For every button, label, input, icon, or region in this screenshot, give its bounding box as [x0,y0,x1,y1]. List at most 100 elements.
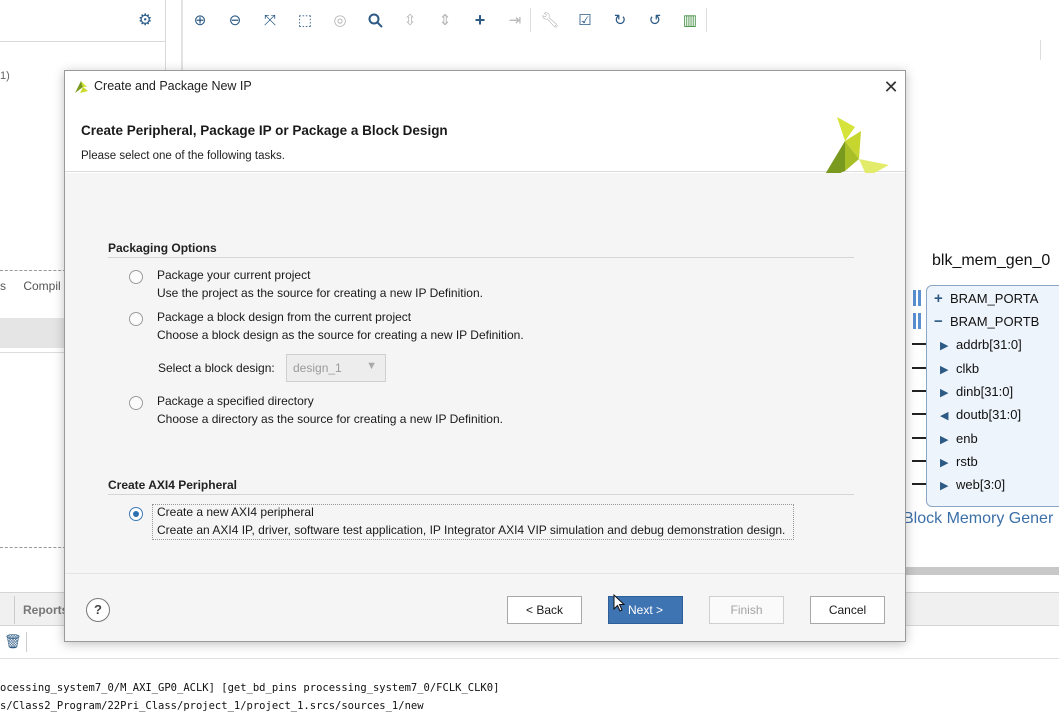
option-description: Use the project as the source for creati… [157,286,483,300]
tab-compile[interactable]: Compil [23,279,60,293]
option-description: Create an AXI4 IP, driver, software test… [157,523,786,537]
divider [1040,40,1041,60]
axi-peripheral-title: Create AXI4 Peripheral [108,478,237,492]
toolbar-separator [706,8,707,32]
port-label: BRAM_PORTA [950,291,1039,306]
pin-wire [912,367,926,369]
console-line: ocessing_system7_0/M_AXI_GP0_ACLK] [get_… [0,682,500,694]
pin-wire [912,437,926,439]
option-label: Package a block design from the current … [157,310,412,324]
tcl-console: ocessing_system7_0/M_AXI_GP0_ACLK] [get_… [0,658,1059,712]
input-arrow-icon: ▶ [940,457,949,469]
pin-label: addrb[31:0] [956,337,1022,352]
help-button[interactable]: ? [86,598,110,622]
wrench-icon[interactable]: 🔧︎ [538,8,562,32]
block-design-value: design_1 [293,361,342,375]
option-label: Create a new AXI4 peripheral [157,505,314,519]
panel-header: ⚙ [0,0,166,42]
option-description: Choose a block design as the source for … [157,328,524,342]
horizontal-scrollbar[interactable] [905,567,1059,575]
memory-icon[interactable]: ▥ [678,8,702,32]
input-arrow-icon: ▶ [940,434,949,446]
add-icon[interactable]: + [468,8,492,32]
fit-selection-icon[interactable]: ⬚ [293,8,317,32]
close-icon[interactable]: ✕ [879,75,903,99]
input-arrow-icon: ▶ [940,364,949,376]
option-label: Package your current project [157,268,311,282]
pin-web[interactable]: ▶ web[3:0] [940,477,1005,492]
pin-dinb[interactable]: ▶ dinb[31:0] [940,384,1013,399]
expand-icon[interactable]: + [934,290,950,307]
option-label: Package a specified directory [157,394,314,408]
dialog-titlebar[interactable]: Create and Package New IP ✕ [65,71,905,102]
collapse-icon[interactable]: ⇳ [398,8,422,32]
pin-wire [912,413,926,415]
port-label: BRAM_PORTB [950,314,1040,329]
radio-package-current-project[interactable] [129,270,143,284]
dialog-header: Create Peripheral, Package IP or Package… [65,102,905,172]
port-bram-porta[interactable]: + BRAM_PORTA [934,290,1038,307]
vivado-logo-icon [75,81,88,93]
radio-create-axi4-peripheral[interactable] [129,507,143,521]
dialog-footer: ? < Back Next > Finish Cancel [65,573,905,641]
expand-icon[interactable]: ⇕ [433,8,457,32]
pin-label: dinb[31:0] [956,384,1014,399]
dialog-content: Packaging Options Package your current p… [65,173,905,573]
pin-doutb[interactable]: ◀ doutb[31:0] [940,407,1021,422]
diagram-toolbar: ⊕ ⊖ ⤧ ⬚ ◎ ⇳ ⇕ + ⇥ 🔧︎ ☑ ↻ ↺ ▥ [184,0,1059,40]
pin-wire [912,460,926,462]
port-bram-portb[interactable]: − BRAM_PORTB [934,313,1039,330]
section-divider [108,257,854,258]
gear-icon[interactable]: ⚙ [138,13,154,29]
select-area-icon[interactable]: ◎ [328,8,352,32]
toolbar-separator [26,632,27,652]
fit-view-icon[interactable]: ⤧ [258,8,282,32]
packaging-options-title: Packaging Options [108,241,217,255]
selected-row[interactable] [0,318,66,348]
regenerate-icon[interactable]: ↺ [643,8,667,32]
cancel-button[interactable]: Cancel [810,596,885,624]
block-subtitle: Block Memory Gener [903,510,1054,527]
input-arrow-icon: ▶ [940,480,949,492]
section-divider [108,494,854,495]
bus-connector [913,290,921,306]
radio-package-directory[interactable] [129,396,143,410]
back-button[interactable]: < Back [507,596,582,624]
pin-label: rstb [956,454,978,469]
validate-icon[interactable]: ☑ [573,8,597,32]
pin-clkb[interactable]: ▶ clkb [940,361,979,376]
zoom-in-icon[interactable]: ⊕ [188,8,212,32]
block-design-label: Select a block design: [158,361,275,375]
panel-text-fragment: 1) [0,70,10,82]
tab-fragment[interactable]: s [0,279,6,293]
create-package-ip-dialog: Create and Package New IP ✕ Create Perip… [64,70,906,642]
finish-button[interactable]: Finish [709,596,784,624]
radio-package-block-design[interactable] [129,312,143,326]
add-module-icon[interactable]: ⇥ [503,8,527,32]
page-subtitle: Please select one of the following tasks… [81,150,285,162]
refresh-icon[interactable]: ↻ [608,8,632,32]
toolbar-separator [530,8,531,32]
divider [0,352,66,353]
pin-wire [912,483,926,485]
pin-addrb[interactable]: ▶ addrb[31:0] [940,337,1022,352]
search-icon[interactable] [363,8,387,32]
divider [0,270,66,271]
chevron-down-icon: ▼ [366,360,377,372]
trash-icon[interactable]: 🗑︎ [4,633,22,650]
pin-label: doutb[31:0] [956,407,1022,422]
pin-label: clkb [956,361,980,376]
dialog-title: Create and Package New IP [94,79,252,93]
block-design-select[interactable]: design_1 ▼ [286,354,386,382]
page-title: Create Peripheral, Package IP or Package… [81,123,448,138]
pin-enb[interactable]: ▶ enb [940,431,978,446]
zoom-out-icon[interactable]: ⊖ [223,8,247,32]
output-arrow-icon: ◀ [940,410,949,422]
pin-label: enb [956,431,978,446]
collapse-icon[interactable]: − [934,313,950,330]
block-title: blk_mem_gen_0 [932,252,1051,269]
input-arrow-icon: ▶ [940,387,949,399]
divider [0,547,66,548]
pin-wire [912,343,926,345]
pin-rstb[interactable]: ▶ rstb [940,454,978,469]
